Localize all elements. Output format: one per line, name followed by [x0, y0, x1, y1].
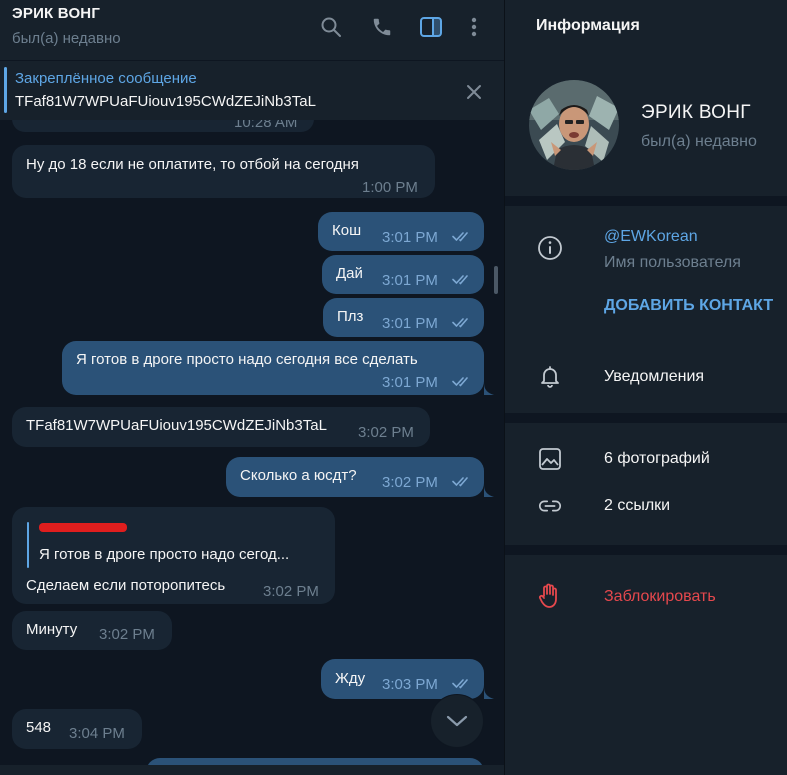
search-button[interactable] [318, 14, 344, 40]
pinned-title: Закреплённое сообщение [15, 70, 197, 87]
message-text: Я готов в дроге просто надо сегодня все … [76, 351, 418, 368]
read-check-icon [452, 477, 468, 487]
chat-title[interactable]: ЭРИК ВОНГ [12, 5, 100, 22]
photo-icon [537, 446, 563, 472]
read-check-icon [452, 679, 468, 689]
profile-status: был(а) недавно [641, 133, 757, 150]
bubble-tail [484, 485, 494, 497]
message-time: 3:02 PM [382, 474, 438, 491]
message-bubble[interactable]: Жду 3:03 PM [321, 659, 484, 699]
search-icon [321, 17, 341, 37]
bell-icon [537, 363, 563, 389]
read-check-icon [452, 377, 468, 387]
chat-status: был(а) недавно [12, 30, 121, 47]
sidebar-toggle-icon [420, 17, 442, 37]
read-check-icon [452, 232, 468, 242]
link-icon [537, 493, 563, 519]
pinned-accent-bar [4, 67, 7, 113]
block-hand-icon [537, 583, 563, 609]
chat-panel: 10:28 AM Ну до 18 если не оплатите, то о… [0, 0, 504, 775]
message-time: 3:01 PM [382, 229, 438, 246]
message-time: 3:02 PM [358, 424, 414, 441]
username-link[interactable]: @EWKorean [604, 228, 698, 246]
message-bubble[interactable]: Минуту 3:02 PM [12, 611, 172, 650]
message-bubble[interactable]: Кош 3:01 PM [318, 212, 484, 251]
pinned-message[interactable]: Закреплённое сообщение TFaf81W7WPUaFUiou… [0, 61, 504, 120]
message-text: Кош [332, 222, 362, 239]
block-user-button[interactable]: Заблокировать [604, 588, 716, 606]
message-time: 3:04 PM [69, 725, 125, 742]
message-text: Жду [335, 670, 366, 687]
read-check-icon [452, 275, 468, 285]
message-text: Ну до 18 если не оплатите, то отбой на с… [26, 156, 359, 173]
message-bubble[interactable]: Ну до 18 если не оплатите, то отбой на с… [12, 145, 435, 198]
message-text: Минуту [26, 621, 78, 638]
avatar[interactable] [529, 80, 619, 170]
info-panel-title: Информация [536, 17, 640, 34]
section-separator [505, 545, 787, 555]
notifications-item[interactable]: Уведомления [604, 368, 704, 386]
more-icon [471, 17, 477, 37]
message-time: 3:03 PM [382, 676, 438, 693]
add-contact-button[interactable]: ДОБАВИТЬ КОНТАКТ [604, 297, 773, 315]
message-text: Сделаем если поторопитесь [26, 577, 226, 594]
chat-header: ЭРИК ВОНГ был(а) недавно [0, 0, 504, 60]
links-item[interactable]: 2 ссылки [604, 497, 670, 515]
call-button[interactable] [369, 14, 395, 40]
redacted-name [39, 523, 127, 532]
message-time: 3:01 PM [382, 374, 438, 391]
section-separator [505, 413, 787, 423]
message-time: 3:01 PM [382, 315, 438, 332]
message-bubble[interactable]: Я готов в дроге просто надо сегодня все … [62, 341, 484, 395]
section-separator [505, 196, 787, 206]
bubble-tail [484, 687, 494, 699]
pinned-text: TFaf81W7WPUaFUiouv195CWdZEJiNb3TaL [15, 93, 316, 110]
reply-bar [27, 522, 29, 568]
message-text: Дай [336, 265, 363, 282]
message-time: 3:02 PM [99, 626, 155, 643]
profile-name: ЭРИК ВОНГ [641, 102, 751, 123]
close-icon [467, 85, 481, 99]
message-time: 1:00 PM [362, 179, 418, 196]
message-text: Сколько а юсдт? [240, 467, 357, 484]
message-bubble[interactable]: TFaf81W7WPUaFUiouv195CWdZEJiNb3TaL 3:02 … [12, 407, 430, 447]
message-bubble[interactable]: 548 3:04 PM [12, 709, 142, 749]
chevron-down-icon [446, 715, 468, 727]
sidebar-toggle-button[interactable] [418, 14, 444, 40]
read-check-icon [452, 318, 468, 328]
message-text: 548 [26, 719, 52, 736]
message-text: TFaf81W7WPUaFUiouv195CWdZEJiNb3TaL [26, 417, 327, 434]
message-time: 3:02 PM [263, 583, 319, 600]
info-icon [537, 235, 563, 261]
more-button[interactable] [461, 14, 487, 40]
message-time: 3:01 PM [382, 272, 438, 289]
pinned-close-button[interactable] [462, 80, 486, 104]
scrollbar-thumb[interactable] [494, 266, 498, 294]
message-bubble[interactable]: Плз 3:01 PM [323, 298, 484, 337]
reply-quote-text: Я готов в дроге просто надо сегод... [39, 546, 290, 563]
composer-area [0, 765, 504, 775]
message-text: Плз [337, 308, 364, 325]
photos-item[interactable]: 6 фотографий [604, 450, 710, 468]
message-bubble[interactable]: Дай 3:01 PM [322, 255, 484, 294]
message-bubble[interactable]: Сколько а юсдт? 3:02 PM [226, 457, 484, 497]
message-bubble-reply[interactable]: Я готов в дроге просто надо сегод... Сде… [12, 507, 335, 604]
info-panel: Информация ЭРИК ВОНГ был(а) недавно @EWK… [505, 0, 787, 775]
bubble-tail [484, 383, 494, 395]
phone-icon [373, 18, 391, 36]
username-label: Имя пользователя [604, 254, 741, 271]
scroll-to-bottom-button[interactable] [431, 695, 483, 747]
